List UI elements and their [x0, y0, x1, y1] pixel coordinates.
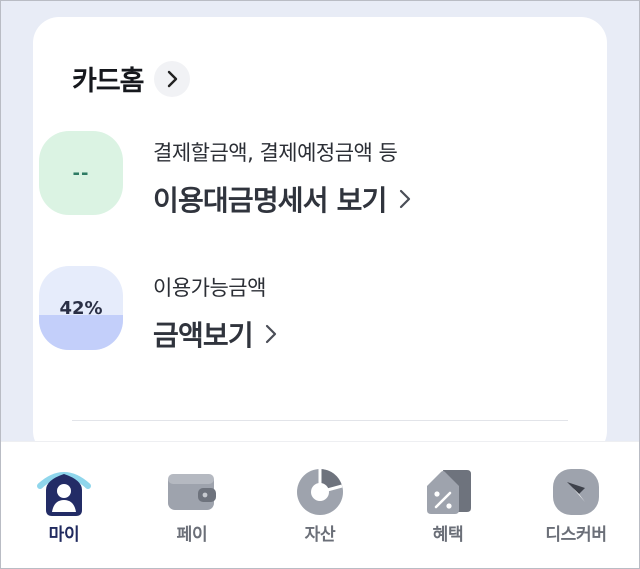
- chevron-right-icon[interactable]: [153, 60, 190, 97]
- tab-pay[interactable]: 페이: [128, 442, 256, 569]
- compass-icon: [544, 466, 608, 522]
- chevron-right-icon: [399, 189, 410, 209]
- usage-percent: 42%: [59, 297, 103, 319]
- tab-pay-label: 페이: [176, 525, 208, 545]
- my-home-icon: [32, 466, 96, 522]
- tab-asset[interactable]: 자산: [256, 442, 384, 569]
- usage-fill-bar: [39, 314, 123, 350]
- tab-my[interactable]: 마이: [0, 442, 128, 569]
- asset-pie-icon: [288, 466, 352, 522]
- chevron-right-icon: [265, 324, 276, 344]
- available-link[interactable]: 금액보기: [153, 314, 277, 354]
- available-subtitle: 이용가능금액: [153, 276, 266, 300]
- card-home-panel: 카드홈: [33, 17, 607, 457]
- tab-discover[interactable]: 디스커버: [512, 442, 640, 569]
- tab-benefit-label: 혜택: [432, 525, 464, 545]
- tab-discover-label: 디스커버: [545, 525, 607, 545]
- bottom-tab-bar: 마이 페이 자산 혜택 디스커버: [0, 441, 640, 569]
- statement-placeholder: --: [72, 162, 90, 184]
- section-divider: [72, 420, 568, 421]
- available-amount-row[interactable]: 42% 이용가능금액 금액보기: [39, 266, 277, 354]
- wallet-icon: [160, 466, 224, 522]
- statement-tile: --: [39, 131, 123, 215]
- tab-my-label: 마이: [48, 525, 80, 545]
- statement-link-label[interactable]: 이용대금명세서 보기: [153, 179, 387, 219]
- statement-link[interactable]: 이용대금명세서 보기: [153, 179, 411, 219]
- benefit-tag-icon: [416, 466, 480, 522]
- card-home-title[interactable]: 카드홈: [72, 59, 145, 98]
- tab-asset-label: 자산: [304, 525, 336, 545]
- card-home-header[interactable]: 카드홈: [72, 59, 190, 98]
- statement-row[interactable]: -- 결제할금액, 결제예정금액 등 이용대금명세서 보기: [39, 131, 411, 219]
- tab-benefit[interactable]: 혜택: [384, 442, 512, 569]
- available-tile: 42%: [39, 266, 123, 350]
- statement-subtitle: 결제할금액, 결제예정금액 등: [153, 141, 398, 165]
- available-link-label[interactable]: 금액보기: [153, 314, 254, 354]
